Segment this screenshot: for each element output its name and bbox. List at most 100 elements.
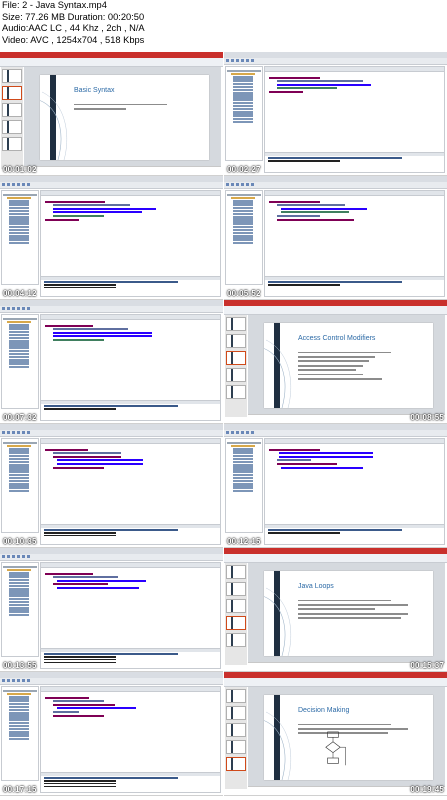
video-thumbnail[interactable]: 00:10:35 — [0, 424, 223, 548]
slide-thumbnail[interactable] — [226, 385, 246, 399]
timestamp: 00:01:02 — [3, 165, 37, 174]
thumbnail-grid: Basic Syntax 00:01:02 00:02:27 00:04:12 … — [0, 52, 447, 800]
code-editor[interactable] — [264, 66, 445, 153]
slide-thumbnail[interactable] — [226, 633, 246, 647]
timestamp: 00:07:32 — [3, 413, 37, 422]
slide-thumbnail[interactable] — [226, 351, 246, 365]
video-thumbnail[interactable]: Java Loops 00:15:37 — [224, 548, 447, 672]
package-explorer — [225, 190, 263, 285]
slide-thumbnail[interactable] — [226, 368, 246, 382]
console-pane — [264, 276, 445, 297]
slide-thumbnail[interactable] — [226, 757, 246, 771]
video-thumbnail[interactable]: Decision Making 00:19:45 — [224, 672, 447, 796]
toolbar — [0, 554, 223, 561]
video-thumbnail[interactable]: 00:13:55 — [0, 548, 223, 672]
timestamp: 00:05:52 — [227, 289, 261, 298]
toolbar — [0, 678, 223, 685]
slide: Decision Making — [264, 695, 433, 780]
video-thumbnail[interactable]: 00:17:15 — [0, 672, 223, 796]
slide-thumbnails-pane — [225, 563, 247, 665]
video-thumbnail[interactable]: 00:05:52 — [224, 176, 447, 300]
timestamp: 00:08:55 — [410, 413, 444, 422]
slide-canvas: Basic Syntax — [24, 67, 221, 166]
console-pane — [40, 772, 221, 793]
slide-thumbnail[interactable] — [2, 86, 22, 100]
slide-bullets — [298, 597, 427, 622]
code-editor[interactable] — [40, 190, 221, 277]
code-editor[interactable] — [40, 438, 221, 525]
toolbar — [0, 430, 223, 437]
package-explorer — [1, 314, 39, 409]
video-thumbnail[interactable]: 00:02:27 — [224, 52, 447, 176]
slide-thumbnail[interactable] — [226, 723, 246, 737]
slide-thumbnail[interactable] — [2, 137, 22, 151]
audio-info: Audio:AAC LC , 44 Khz , 2ch , N/A — [2, 23, 145, 34]
slide-bullets — [74, 101, 203, 112]
slide-thumbnail[interactable] — [226, 334, 246, 348]
console-pane — [40, 276, 221, 297]
slide-thumbnail[interactable] — [226, 317, 246, 331]
media-info-header: File: 2 - Java Syntax.mp4 Size: 77.26 MB… — [0, 0, 447, 52]
slide-thumbnail[interactable] — [226, 582, 246, 596]
code-editor[interactable] — [264, 190, 445, 277]
timestamp: 00:02:27 — [227, 165, 261, 174]
ribbon — [224, 554, 447, 563]
toolbar — [224, 430, 447, 437]
flowchart-diagram — [325, 731, 346, 766]
toolbar — [0, 306, 223, 313]
video-thumbnail[interactable]: Access Control Modifiers 00:08:55 — [224, 300, 447, 424]
timestamp: 00:10:35 — [3, 537, 37, 546]
slide-canvas: Decision Making — [248, 687, 445, 786]
slide-thumbnail[interactable] — [2, 103, 22, 117]
slide-thumbnail[interactable] — [226, 740, 246, 754]
slide-thumbnail[interactable] — [226, 706, 246, 720]
code-editor[interactable] — [40, 314, 221, 401]
slide-title: Decision Making — [298, 707, 350, 714]
slide-title: Basic Syntax — [74, 87, 115, 94]
code-editor[interactable] — [40, 562, 221, 649]
slide-thumbnail[interactable] — [2, 120, 22, 134]
video-info: Video: AVC , 1254x704 , 518 Kbps — [2, 34, 145, 45]
slide-canvas: Access Control Modifiers — [248, 315, 445, 414]
slide-title: Java Loops — [298, 583, 334, 590]
slide-title: Access Control Modifiers — [298, 335, 376, 342]
timestamp: 00:13:55 — [3, 661, 37, 670]
slide-thumbnail[interactable] — [226, 599, 246, 613]
ribbon — [0, 58, 223, 67]
timestamp: 00:12:15 — [227, 537, 261, 546]
package-explorer — [225, 438, 263, 533]
slide-thumbnail[interactable] — [226, 565, 246, 579]
slide-thumbnail[interactable] — [2, 69, 22, 83]
slide-thumbnail[interactable] — [226, 616, 246, 630]
console-pane — [40, 400, 221, 421]
console-pane — [264, 152, 445, 173]
code-editor[interactable] — [264, 438, 445, 525]
slide-canvas: Java Loops — [248, 563, 445, 662]
video-thumbnail[interactable]: 00:04:12 — [0, 176, 223, 300]
video-thumbnail[interactable]: 00:07:32 — [0, 300, 223, 424]
console-pane — [40, 648, 221, 669]
toolbar — [224, 182, 447, 189]
notes-pane — [24, 166, 221, 173]
slide: Access Control Modifiers — [264, 323, 433, 408]
timestamp: 00:19:45 — [410, 785, 444, 794]
code-editor[interactable] — [40, 686, 221, 773]
file-size-duration: Size: 77.26 MB Duration: 00:20:50 — [2, 11, 145, 22]
package-explorer — [225, 66, 263, 161]
slide-thumbnails-pane — [225, 315, 247, 417]
video-thumbnail[interactable]: 00:12:15 — [224, 424, 447, 548]
slide-thumbnails-pane — [1, 67, 23, 169]
toolbar — [224, 58, 447, 65]
slide-bullets — [298, 349, 427, 382]
timestamp: 00:15:37 — [410, 661, 444, 670]
slide: Java Loops — [264, 571, 433, 656]
package-explorer — [1, 562, 39, 657]
timestamp: 00:04:12 — [3, 289, 37, 298]
package-explorer — [1, 190, 39, 285]
toolbar — [0, 182, 223, 189]
file-name: File: 2 - Java Syntax.mp4 — [2, 0, 107, 10]
video-thumbnail[interactable]: Basic Syntax 00:01:02 — [0, 52, 223, 176]
slide-thumbnail[interactable] — [226, 689, 246, 703]
console-pane — [40, 524, 221, 545]
package-explorer — [1, 686, 39, 781]
